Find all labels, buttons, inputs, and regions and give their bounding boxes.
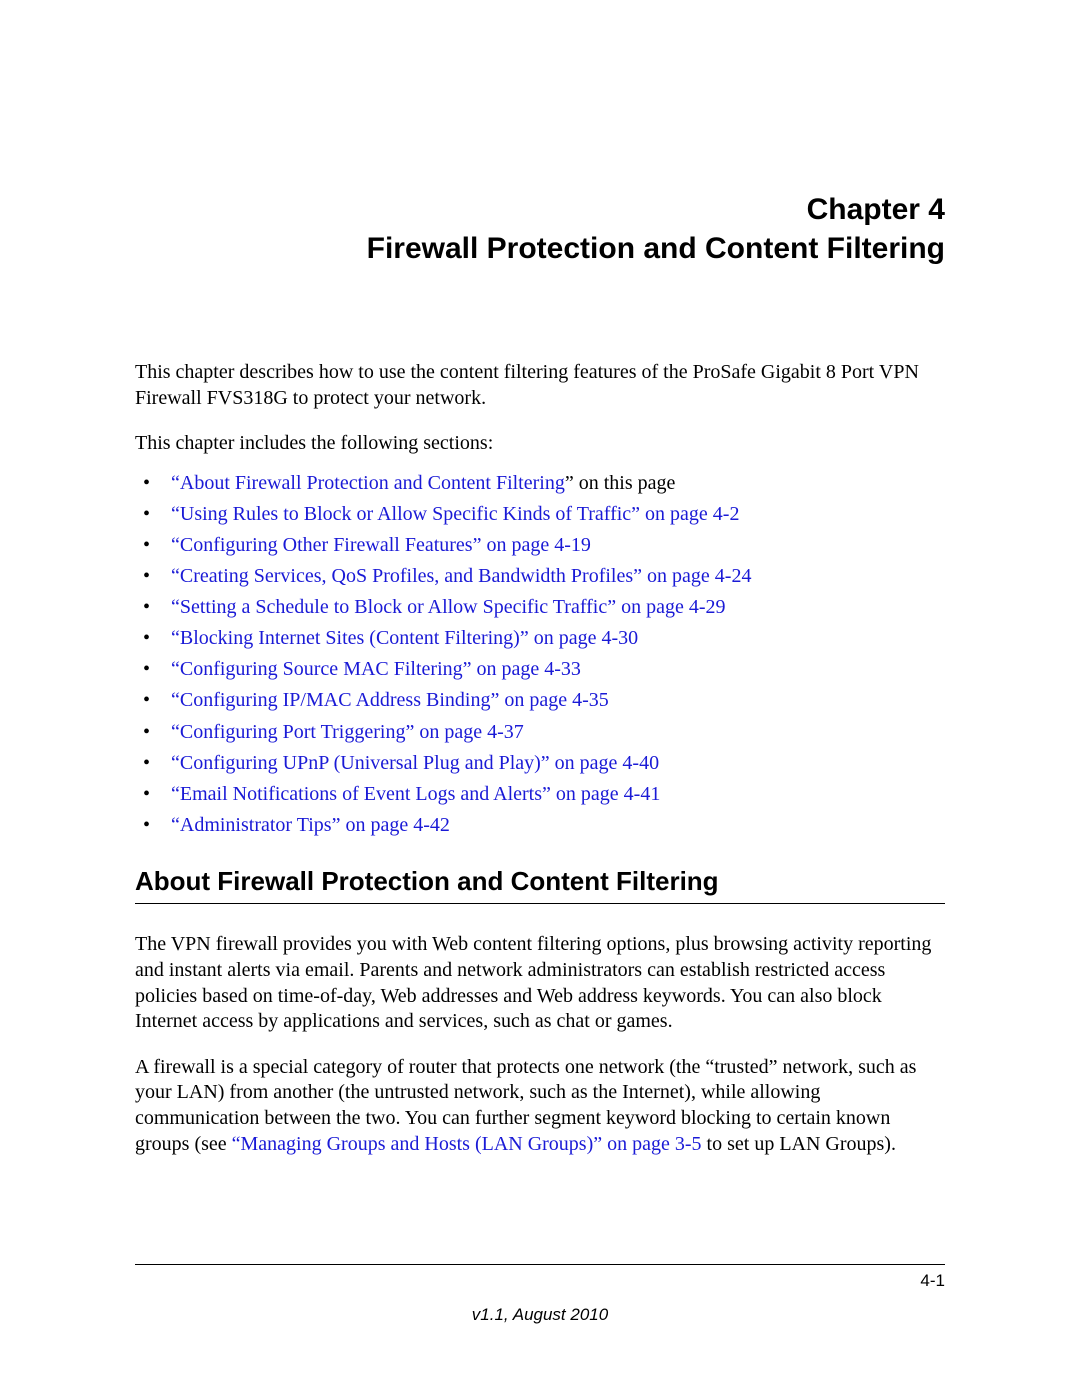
para2-post: to set up LAN Groups).	[702, 1133, 896, 1155]
toc-link[interactable]: “Configuring UPnP (Universal Plug and Pl…	[171, 752, 659, 774]
toc-item: “Email Notifications of Event Logs and A…	[135, 782, 945, 808]
toc-link[interactable]: “Using Rules to Block or Allow Specific …	[171, 503, 739, 525]
toc-item: “Using Rules to Block or Allow Specific …	[135, 502, 945, 528]
toc-item: “Creating Services, QoS Profiles, and Ba…	[135, 564, 945, 590]
toc-link[interactable]: “Blocking Internet Sites (Content Filter…	[171, 627, 638, 649]
chapter-number: Chapter 4	[135, 190, 945, 229]
body-paragraph-2: A firewall is a special category of rout…	[135, 1055, 945, 1157]
inline-link[interactable]: “Managing Groups and Hosts (LAN Groups)”…	[232, 1133, 702, 1155]
section-heading: About Firewall Protection and Content Fi…	[135, 866, 945, 904]
toc-item: “Configuring Source MAC Filtering” on pa…	[135, 657, 945, 683]
toc-link[interactable]: “Configuring Source MAC Filtering” on pa…	[171, 658, 581, 680]
page-footer: 4-1 v1.1, August 2010	[135, 1264, 945, 1325]
toc-link[interactable]: “Configuring IP/MAC Address Binding” on …	[171, 689, 609, 711]
toc-item: “Administrator Tips” on page 4-42	[135, 813, 945, 839]
body-paragraph-1: The VPN firewall provides you with Web c…	[135, 932, 945, 1034]
toc-item: “Configuring UPnP (Universal Plug and Pl…	[135, 751, 945, 777]
intro-paragraph-1: This chapter describes how to use the co…	[135, 360, 945, 411]
toc-link[interactable]: “Creating Services, QoS Profiles, and Ba…	[171, 565, 751, 587]
toc-link[interactable]: “Setting a Schedule to Block or Allow Sp…	[171, 596, 726, 618]
page-content: Chapter 4 Firewall Protection and Conten…	[0, 0, 1080, 1157]
toc-link[interactable]: “Configuring Other Firewall Features” on…	[171, 534, 591, 556]
page-number: 4-1	[135, 1271, 945, 1291]
chapter-name: Firewall Protection and Content Filterin…	[135, 229, 945, 268]
chapter-title: Chapter 4 Firewall Protection and Conten…	[135, 190, 945, 268]
toc-item: “Setting a Schedule to Block or Allow Sp…	[135, 595, 945, 621]
toc-link[interactable]: “Administrator Tips” on page 4-42	[171, 814, 450, 836]
toc-item: “Configuring Port Triggering” on page 4-…	[135, 720, 945, 746]
toc-item: “Configuring IP/MAC Address Binding” on …	[135, 688, 945, 714]
toc-link[interactable]: “Email Notifications of Event Logs and A…	[171, 783, 660, 805]
toc-item: “Configuring Other Firewall Features” on…	[135, 533, 945, 559]
toc-list: “About Firewall Protection and Content F…	[135, 471, 945, 839]
intro-paragraph-2: This chapter includes the following sect…	[135, 431, 945, 457]
version-label: v1.1, August 2010	[135, 1305, 945, 1325]
toc-link[interactable]: “About Firewall Protection and Content F…	[171, 472, 565, 494]
toc-link[interactable]: “Configuring Port Triggering” on page 4-…	[171, 721, 524, 743]
toc-suffix: ” on this page	[565, 472, 676, 494]
toc-item: “Blocking Internet Sites (Content Filter…	[135, 626, 945, 652]
toc-item: “About Firewall Protection and Content F…	[135, 471, 945, 497]
